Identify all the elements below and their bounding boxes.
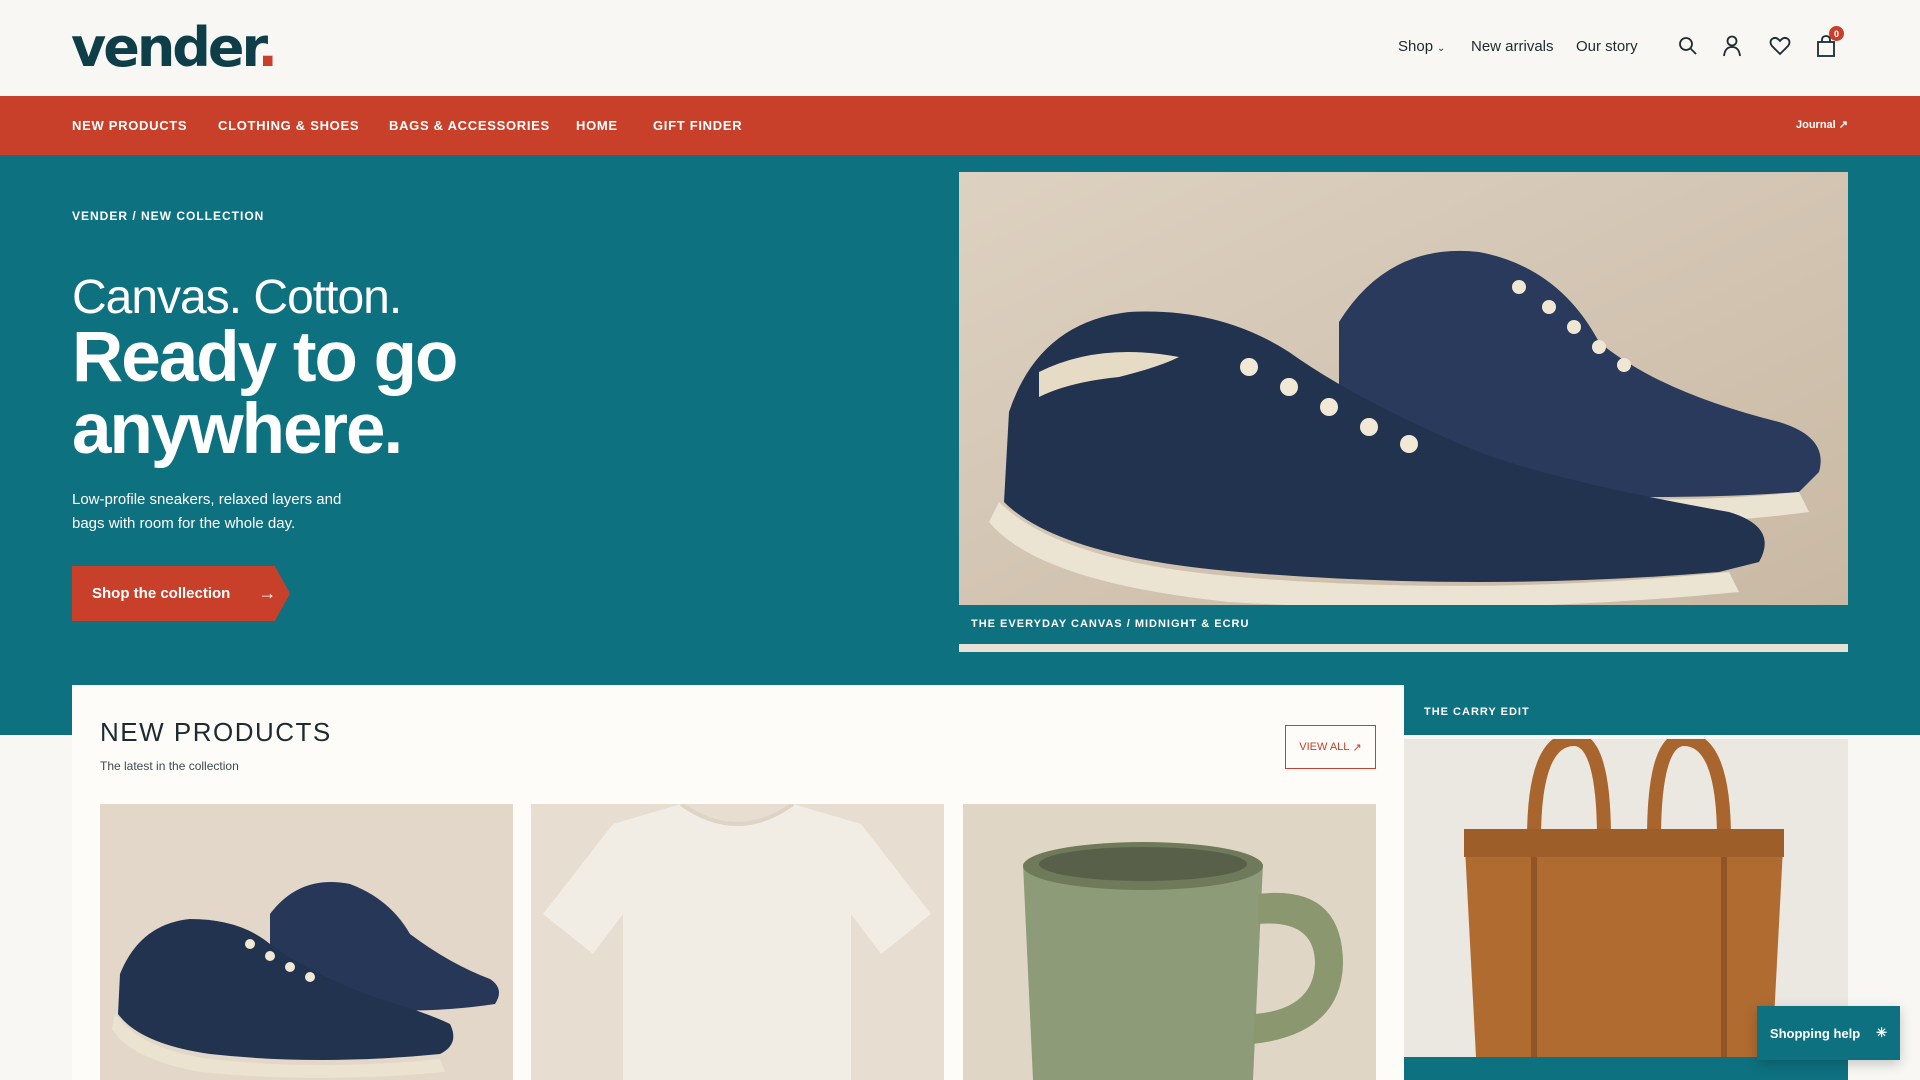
category-bar: NEW PRODUCTS CLOTHING & SHOES BAGS & ACC… <box>0 96 1920 155</box>
bag-icon[interactable]: 0 <box>1814 26 1844 58</box>
arrow-up-right-icon: ↗ <box>1838 119 1848 131</box>
heart-icon[interactable] <box>1768 34 1792 58</box>
new-products-title: NEW PRODUCTS <box>100 717 332 747</box>
nav-our-story[interactable]: Our story <box>1576 38 1638 55</box>
category-bags-accessories[interactable]: BAGS & ACCESSORIES <box>389 118 550 133</box>
hero-subtitle: Low-profile sneakers, relaxed layers and… <box>72 491 342 532</box>
view-all-button[interactable]: VIEW ALL ↗ <box>1285 725 1376 769</box>
carry-edit-label: THE CARRY EDIT <box>1424 706 1530 718</box>
breadcrumb: VENDER / NEW COLLECTION <box>72 209 265 223</box>
site-header: vender. Shop ⌄ New arrivals Our story 0 <box>0 0 1920 96</box>
category-gift-finder[interactable]: GIFT FINDER <box>653 118 742 133</box>
category-home[interactable]: HOME <box>576 118 618 133</box>
new-products-subtitle: The latest in the collection <box>100 759 239 773</box>
nav-new-arrivals[interactable]: New arrivals <box>1471 38 1554 55</box>
hero-sneakers-image <box>959 172 1848 605</box>
product-card-mug[interactable] <box>963 804 1376 1080</box>
search-icon[interactable] <box>1676 34 1700 58</box>
shopping-help-button[interactable]: Shopping help ✳ <box>1757 1006 1900 1060</box>
nav-shop[interactable]: Shop ⌄ <box>1398 38 1445 55</box>
arrow-up-right-icon: ↗ <box>1352 741 1362 754</box>
hero-image-caption: THE EVERYDAY CANVAS / MIDNIGHT & ECRU <box>971 618 1250 630</box>
hero-headline-main: Ready to go anywhere. <box>72 318 458 469</box>
cart-count-badge: 0 <box>1829 26 1844 41</box>
sparkle-icon: ✳ <box>1876 1025 1888 1040</box>
product-card-tshirt[interactable] <box>531 804 944 1080</box>
category-new-products[interactable]: NEW PRODUCTS <box>72 118 187 133</box>
carry-edit-footer <box>1404 1057 1848 1080</box>
user-icon[interactable] <box>1720 34 1744 58</box>
shop-collection-button[interactable]: Shop the collection → <box>72 566 290 621</box>
hero-headline-top: Canvas. Cotton. <box>72 271 402 324</box>
journal-link[interactable]: Journal ↗ <box>1796 118 1848 131</box>
chevron-down-icon: ⌄ <box>1437 43 1446 54</box>
product-card-sneakers[interactable] <box>100 804 513 1080</box>
arrow-right-icon: → <box>258 583 277 603</box>
category-clothing-shoes[interactable]: CLOTHING & SHOES <box>218 118 359 133</box>
logo[interactable]: vender. <box>71 18 278 78</box>
carousel-progress-bar[interactable] <box>959 644 1848 652</box>
